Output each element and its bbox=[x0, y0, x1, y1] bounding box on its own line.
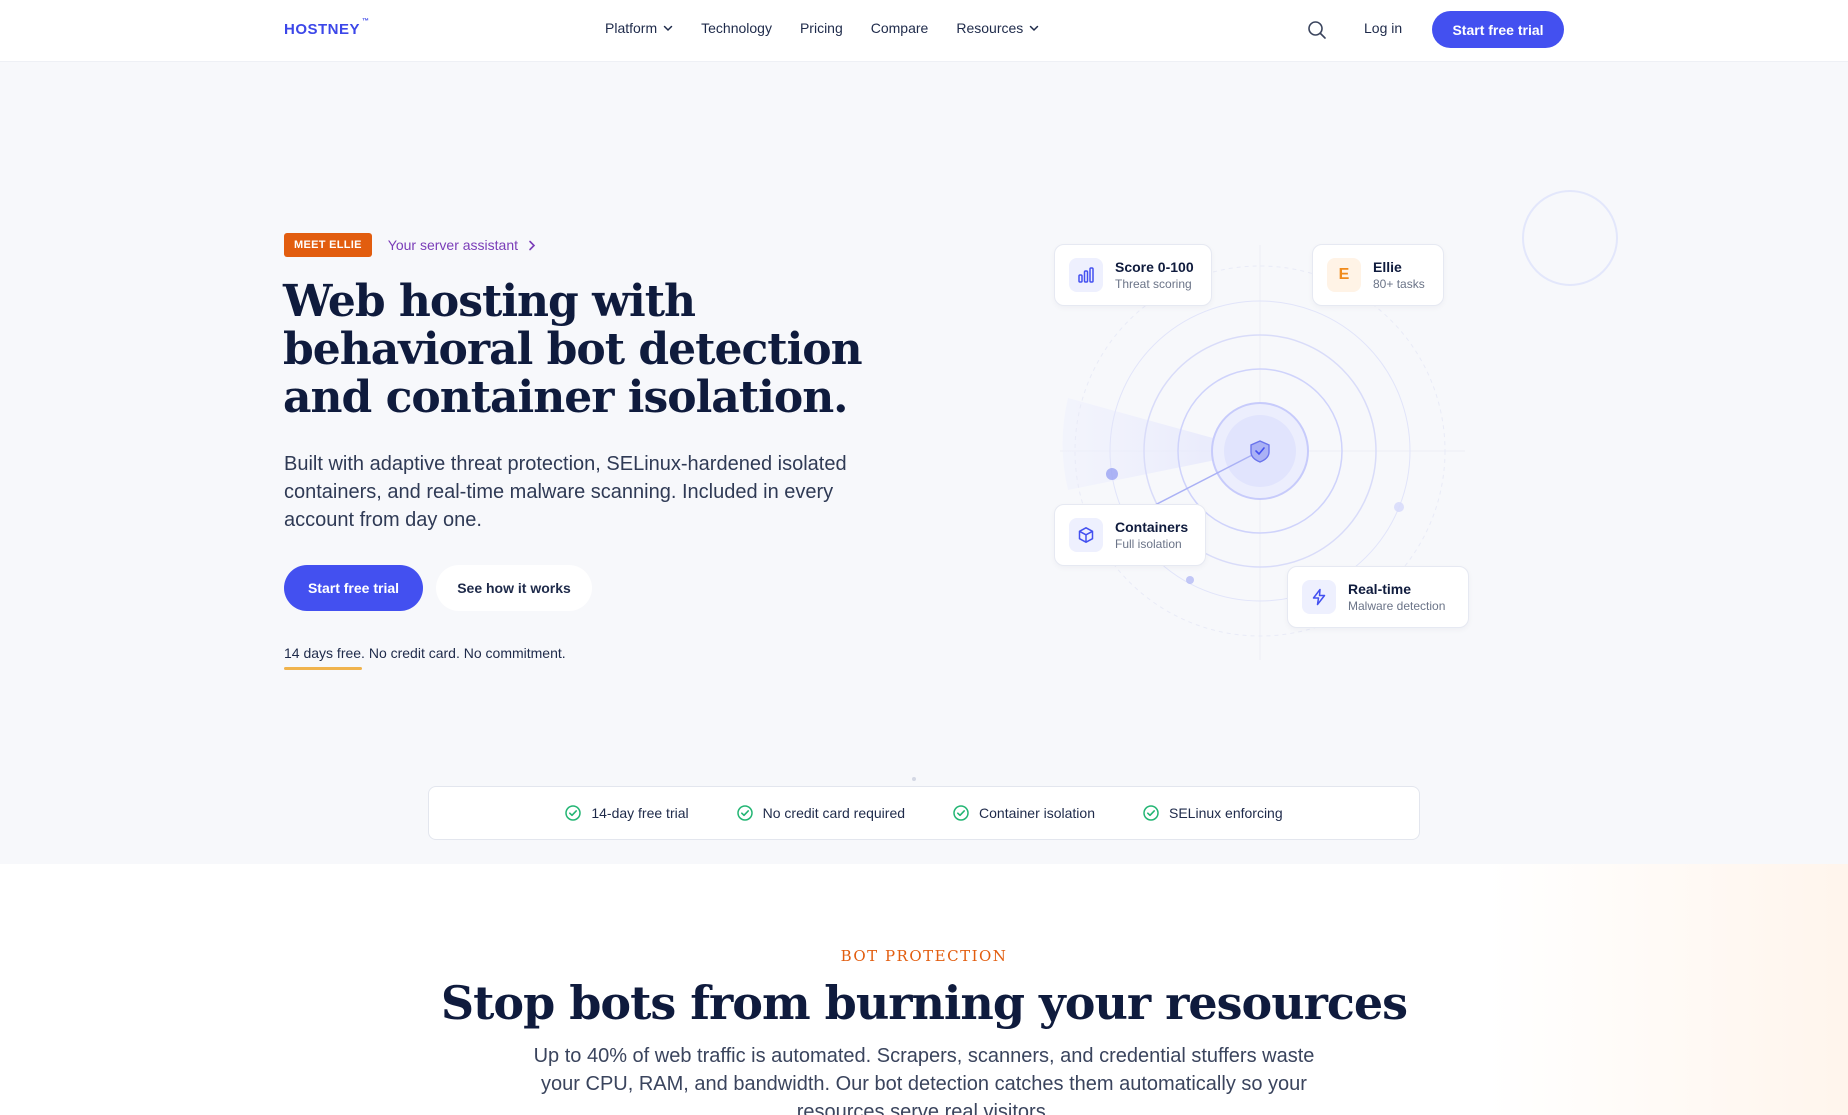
chevron-right-icon bbox=[529, 240, 536, 250]
security-radar-visual: Score 0-100 Threat scoring E Ellie 80+ t… bbox=[1040, 240, 1480, 670]
nav-item-label: Pricing bbox=[799, 20, 843, 36]
nav-item-technology[interactable]: Technology bbox=[701, 20, 772, 36]
search-icon[interactable] bbox=[1307, 20, 1327, 40]
decorative-ring bbox=[1522, 190, 1618, 286]
assistant-promo: MEET ELLIE Your server assistant bbox=[284, 233, 536, 257]
card-title: Ellie bbox=[1373, 259, 1402, 275]
chevron-down-icon bbox=[1030, 25, 1039, 32]
nav-item-platform[interactable]: Platform bbox=[605, 20, 673, 36]
check-circle-icon bbox=[1143, 805, 1159, 821]
feature-card-score: Score 0-100 Threat scoring bbox=[1054, 244, 1212, 306]
bar-chart-icon bbox=[1069, 258, 1103, 292]
decorative-dot bbox=[912, 777, 916, 781]
card-subtitle: 80+ tasks bbox=[1373, 277, 1425, 291]
trust-item-label: SELinux enforcing bbox=[1169, 805, 1283, 821]
trust-strip: 14-day free trial No credit card require… bbox=[428, 786, 1420, 840]
hero-section bbox=[0, 62, 1848, 864]
brand-name: HOSTNEY bbox=[284, 21, 361, 38]
top-nav: HOSTNEY ™ Platform Technology Pricing Com… bbox=[0, 0, 1848, 62]
bot-protection-section: BOT PROTECTION Stop bots from burning yo… bbox=[0, 864, 1848, 1115]
trust-item: 14-day free trial bbox=[565, 805, 689, 821]
card-title: Containers bbox=[1115, 519, 1189, 535]
card-title: Score 0-100 bbox=[1115, 259, 1194, 275]
bolt-icon bbox=[1302, 580, 1336, 614]
feature-card-ellie: E Ellie 80+ tasks bbox=[1312, 244, 1444, 306]
hero-subtext: Built with adaptive threat protection, S… bbox=[284, 453, 847, 531]
trial-note: 14 days free. No credit card. No commitm… bbox=[284, 645, 566, 661]
check-circle-icon bbox=[736, 805, 753, 821]
card-subtitle: Threat scoring bbox=[1115, 277, 1192, 291]
see-how-it-works-button[interactable]: See how it works bbox=[436, 565, 592, 611]
nav-item-resources[interactable]: Resources bbox=[956, 20, 1039, 36]
nav-item-label: Platform bbox=[605, 20, 658, 36]
ellie-letter-icon: E bbox=[1327, 258, 1361, 292]
login-link[interactable]: Log in bbox=[1364, 20, 1402, 36]
trust-item-label: Container isolation bbox=[979, 805, 1095, 821]
nav-item-label: Compare bbox=[870, 20, 929, 36]
start-trial-button[interactable]: Start free trial bbox=[284, 565, 423, 611]
nav-item-label: Resources bbox=[956, 20, 1024, 36]
nav-item-compare[interactable]: Compare bbox=[871, 20, 929, 36]
main-menu: Platform Technology Pricing Compare Reso… bbox=[605, 20, 1039, 36]
card-subtitle: Full isolation bbox=[1115, 537, 1182, 551]
trust-item-label: 14-day free trial bbox=[591, 805, 689, 821]
brand-logo[interactable]: HOSTNEY ™ bbox=[284, 18, 370, 38]
card-subtitle: Malware detection bbox=[1348, 599, 1446, 613]
brand-trademark: ™ bbox=[362, 18, 370, 25]
hero-headline: Web hosting with behavioral bot detectio… bbox=[283, 276, 863, 423]
chevron-down-icon bbox=[663, 25, 673, 32]
trust-item: No credit card required bbox=[736, 805, 906, 821]
trust-item-label: No credit card required bbox=[762, 805, 906, 821]
trust-item: SELinux enforcing bbox=[1143, 805, 1283, 821]
check-circle-icon bbox=[565, 805, 582, 821]
nav-item-pricing[interactable]: Pricing bbox=[800, 20, 843, 36]
meet-ellie-badge: MEET ELLIE bbox=[284, 233, 372, 257]
section-subtext: Up to 40% of web traffic is automated. S… bbox=[533, 1045, 1315, 1115]
assistant-link-label: Your server assistant bbox=[387, 237, 518, 253]
trust-item: Container isolation bbox=[953, 805, 1095, 821]
check-circle-icon bbox=[953, 805, 969, 821]
note-underline bbox=[284, 667, 362, 670]
section-eyebrow: BOT PROTECTION bbox=[840, 947, 1008, 965]
assistant-link[interactable]: Your server assistant bbox=[388, 237, 536, 253]
start-trial-button-nav[interactable]: Start free trial bbox=[1432, 11, 1564, 48]
cube-icon bbox=[1069, 518, 1103, 552]
feature-card-realtime: Real-time Malware detection bbox=[1287, 566, 1469, 628]
card-title: Real-time bbox=[1348, 581, 1412, 597]
section-title: Stop bots from burning your resources bbox=[440, 976, 1408, 1030]
nav-item-label: Technology bbox=[701, 20, 772, 36]
feature-card-containers: Containers Full isolation bbox=[1054, 504, 1206, 566]
